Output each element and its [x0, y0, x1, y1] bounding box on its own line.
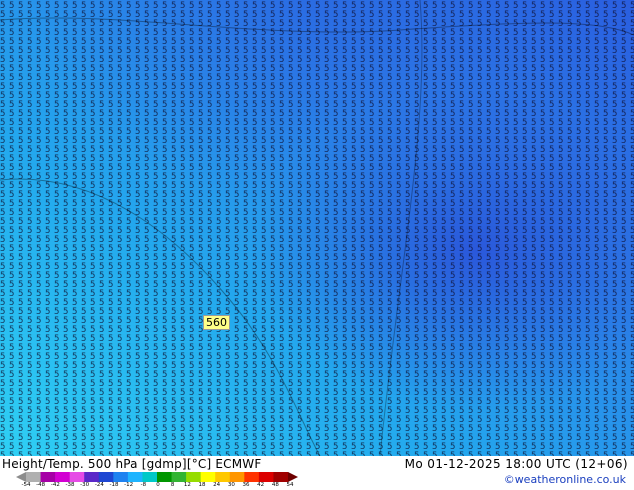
colorbar-tick-label: 0 [156, 482, 160, 488]
colorbar-segment [244, 472, 260, 482]
colorbar-tick-label: -30 [80, 482, 90, 488]
map-title: Height/Temp. 500 hPa [gdmp][°C] ECMWF [2, 457, 262, 471]
colorbar-segment [26, 472, 42, 482]
map-datetime: Mo 01-12-2025 18:00 UTC (12+06) [404, 457, 628, 471]
colorbar-tick-label: -8 [140, 482, 147, 488]
colorbar-tick-label: 36 [242, 482, 250, 488]
colorbar-tick-label: 54 [286, 482, 294, 488]
colorbar-segment [157, 472, 173, 482]
colorbar-tick-label: 42 [257, 482, 265, 488]
colorbar-segment [84, 472, 100, 482]
colorbar-segment [200, 472, 216, 482]
colorbar-segment [40, 472, 56, 482]
colorbar-ticks: -54 -48 -42 -38 -30 -24 -18 -12 -8 0 8 12 18 24 30 36 42… [22, 482, 296, 490]
colorbar-tick-label: 12 [183, 482, 191, 488]
colorbar-tick-label: 48 [271, 482, 279, 488]
colorbar-segment [142, 472, 158, 482]
colorbar-segment [215, 472, 231, 482]
colorbar-segment [171, 472, 187, 482]
colorbar-segment [69, 472, 85, 482]
colorbar-segment [55, 472, 71, 482]
map-footer: Height/Temp. 500 hPa [gdmp][°C] ECMWF Mo… [0, 456, 634, 490]
colorbar-tick-label: -12 [124, 482, 134, 488]
contour-label-560: 560 [203, 315, 230, 330]
colorbar-tick-label: -42 [50, 482, 60, 488]
colorbar-segment [258, 472, 274, 482]
colorbar [16, 472, 298, 482]
credit-link[interactable]: ©weatheronline.co.uk [504, 473, 626, 486]
colorbar-tick-label: -24 [94, 482, 104, 488]
colorbar-arrow-right [288, 472, 298, 482]
colorbar-tick-label: -48 [36, 482, 46, 488]
colorbar-tick-label: 30 [227, 482, 235, 488]
colorbar-segment [98, 472, 114, 482]
height-digits-overlay [0, 0, 634, 456]
colorbar-segment [229, 472, 245, 482]
colorbar-tick-label: -18 [109, 482, 119, 488]
colorbar-segment [186, 472, 202, 482]
colorbar-tick-label: 18 [198, 482, 206, 488]
colorbar-tick-label: 8 [170, 482, 175, 488]
colorbar-tick-label: -54 [21, 482, 31, 488]
colorbar-tick-label: 24 [213, 482, 221, 488]
weather-map: 5 560 [0, 0, 634, 456]
colorbar-segment [113, 472, 129, 482]
map-canvas: 5 [0, 0, 634, 456]
colorbar-tick-label: -38 [65, 482, 75, 488]
colorbar-segment [273, 472, 289, 482]
colorbar-arrow-left [16, 472, 26, 482]
colorbar-segment [127, 472, 143, 482]
